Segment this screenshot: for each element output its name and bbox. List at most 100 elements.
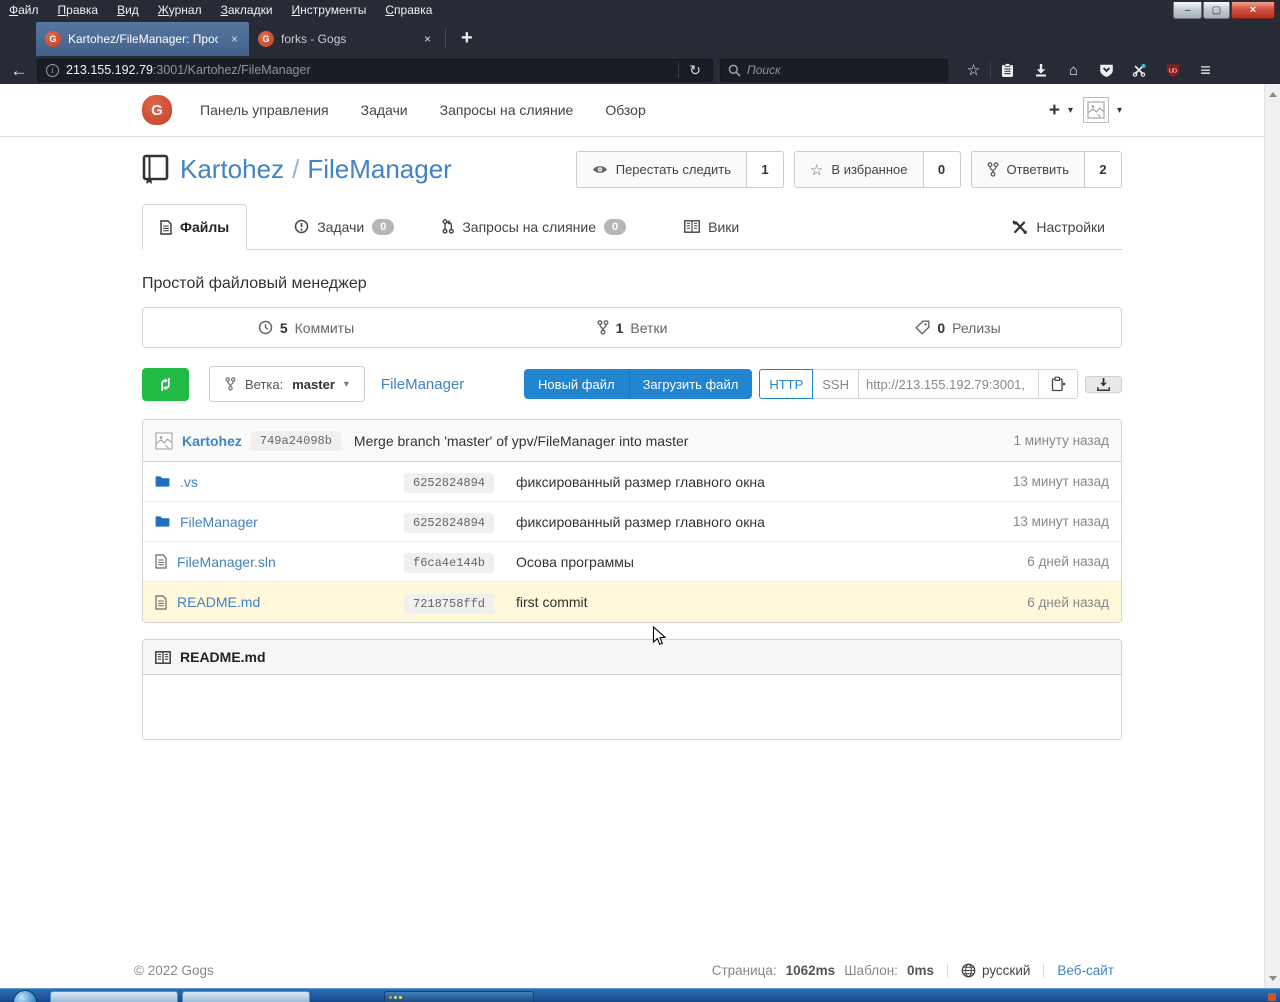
- commits-stat[interactable]: 5Коммиты: [143, 320, 469, 336]
- stars-count[interactable]: 0: [924, 152, 960, 187]
- tab-pulls[interactable]: Запросы на слияние 0: [425, 204, 643, 249]
- nav-issues[interactable]: Задачи: [361, 102, 408, 118]
- tag-icon: [915, 320, 930, 335]
- clone-url-input[interactable]: [859, 369, 1039, 399]
- reload-icon[interactable]: ↻: [686, 62, 704, 79]
- readme-title: README.md: [180, 649, 266, 665]
- watchers-count[interactable]: 1: [747, 152, 783, 187]
- language-dropdown[interactable]: русский: [961, 963, 1030, 978]
- commit-time: 1 минуту назад: [1013, 433, 1109, 448]
- file-link[interactable]: README.md: [177, 594, 260, 610]
- file-link[interactable]: FileManager.sln: [177, 554, 276, 570]
- file-icon: [155, 554, 167, 569]
- taskbar-button[interactable]: [182, 991, 310, 1002]
- pocket-shield-icon[interactable]: [1090, 58, 1123, 82]
- new-file-button[interactable]: Новый файл: [524, 369, 629, 399]
- menu-file[interactable]: Файл: [9, 3, 39, 17]
- tab-issues[interactable]: Задачи 0: [277, 204, 411, 249]
- nav-pulls[interactable]: Запросы на слияние: [440, 102, 574, 118]
- branch-dropdown[interactable]: Ветка: master ▾: [209, 366, 365, 402]
- menu-bookmarks[interactable]: Закладки: [221, 3, 273, 17]
- user-dropdown[interactable]: ▾: [1083, 97, 1122, 123]
- table-row: .vs 6252824894 фиксированный размер глав…: [143, 462, 1121, 502]
- file-sha-label[interactable]: 6252824894: [404, 473, 494, 493]
- browser-tab-active[interactable]: G Kartohez/FileManager: Прос ×: [36, 22, 249, 56]
- hamburger-menu-icon[interactable]: ≡: [1189, 58, 1222, 82]
- commit-author-link[interactable]: Kartohez: [182, 433, 242, 449]
- template-time-value: 0ms: [907, 963, 934, 978]
- chevron-down-icon: ▾: [1068, 105, 1073, 116]
- template-time-label: Шаблон:: [844, 963, 898, 978]
- back-button[interactable]: ←: [8, 62, 30, 79]
- downloads-icon[interactable]: [1024, 58, 1057, 82]
- file-action-buttons: Новый файл Загрузить файл: [524, 369, 752, 399]
- ud-shield-icon[interactable]: UD: [1156, 58, 1189, 82]
- browser-tab-forks[interactable]: G forks - Gogs ×: [249, 22, 442, 56]
- file-sha-label[interactable]: 6252824894: [404, 513, 494, 533]
- releases-stat[interactable]: 0Релизы: [795, 320, 1121, 336]
- create-new-dropdown[interactable]: + ▾: [1049, 101, 1073, 120]
- menu-history[interactable]: Журнал: [158, 3, 202, 17]
- minimize-button[interactable]: –: [1173, 2, 1202, 19]
- search-input[interactable]: [747, 63, 940, 77]
- restore-button[interactable]: ▢: [1203, 2, 1230, 19]
- commit-sha-label[interactable]: 749a24098b: [251, 431, 341, 451]
- scroll-up-arrow[interactable]: [1265, 86, 1280, 102]
- menu-help[interactable]: Справка: [385, 3, 432, 17]
- website-link-wrap: Веб-сайт: [1057, 963, 1114, 978]
- copy-clone-url-button[interactable]: [1039, 369, 1078, 399]
- file-link[interactable]: FileManager: [180, 514, 258, 530]
- ssh-protocol-button[interactable]: SSH: [813, 369, 859, 399]
- tray-icon[interactable]: [1268, 993, 1276, 1001]
- gogs-logo-icon[interactable]: G: [142, 95, 172, 125]
- new-tab-button[interactable]: +: [449, 27, 485, 50]
- menu-view[interactable]: Вид: [117, 3, 139, 17]
- latest-commit-row: Kartohez 749a24098b Merge branch 'master…: [143, 420, 1121, 462]
- upload-file-button[interactable]: Загрузить файл: [629, 369, 753, 399]
- unwatch-button[interactable]: Перестать следить: [577, 152, 747, 187]
- tab-close-icon[interactable]: ×: [422, 32, 433, 46]
- address-field[interactable]: i 213.155.192.79:3001/Kartohez/FileManag…: [37, 59, 713, 82]
- file-link[interactable]: .vs: [180, 474, 198, 490]
- scroll-down-arrow[interactable]: [1265, 970, 1280, 986]
- tab-files[interactable]: Файлы: [142, 204, 247, 250]
- repo-owner-link[interactable]: Kartohez: [180, 154, 284, 185]
- taskbar-button[interactable]: [50, 991, 178, 1002]
- bookmark-star-icon[interactable]: ☆: [957, 58, 990, 82]
- site-info-icon[interactable]: i: [46, 64, 59, 77]
- menu-edit[interactable]: Правка: [58, 3, 99, 17]
- taskbar-active-button[interactable]: [384, 991, 534, 1002]
- tab-bar: G Kartohez/FileManager: Прос × G forks -…: [0, 20, 1280, 56]
- start-button[interactable]: [13, 990, 37, 1002]
- nav-explore[interactable]: Обзор: [605, 102, 645, 118]
- repo-name-link[interactable]: FileManager: [307, 154, 452, 185]
- tab-close-icon[interactable]: ×: [229, 32, 240, 46]
- clipboard-icon[interactable]: [991, 58, 1024, 82]
- file-sha-label[interactable]: f6ca4e144b: [404, 553, 494, 573]
- download-archive-button[interactable]: [1085, 376, 1122, 393]
- tab-wiki[interactable]: Вики: [667, 204, 756, 249]
- page-scrollbar[interactable]: [1264, 84, 1280, 988]
- home-icon[interactable]: ⌂: [1057, 58, 1090, 82]
- url-divider: [678, 63, 679, 78]
- compare-button[interactable]: [142, 368, 189, 401]
- menu-tools[interactable]: Инструменты: [292, 3, 367, 17]
- nav-dashboard[interactable]: Панель управления: [200, 102, 329, 118]
- tab-settings[interactable]: Настройки: [995, 204, 1122, 249]
- breadcrumb-repo-link[interactable]: FileManager: [381, 376, 464, 393]
- file-sha-label[interactable]: 7218758ffd: [404, 594, 494, 614]
- scissors-extension-icon[interactable]: [1123, 58, 1156, 82]
- url-text: 213.155.192.79:3001/Kartohez/FileManager: [66, 63, 311, 77]
- fork-button[interactable]: Ответвить: [972, 152, 1085, 187]
- history-icon: [258, 320, 273, 335]
- forks-count[interactable]: 2: [1085, 152, 1121, 187]
- website-link[interactable]: Веб-сайт: [1057, 963, 1114, 978]
- star-button[interactable]: ☆ В избранное: [795, 152, 924, 187]
- branches-stat[interactable]: 1Ветки: [469, 320, 795, 336]
- http-protocol-button[interactable]: HTTP: [759, 369, 813, 399]
- page-time-value: 1062ms: [786, 963, 836, 978]
- gogs-favicon-icon: G: [45, 31, 61, 47]
- nav-links: Панель управления Задачи Запросы на слия…: [200, 102, 646, 118]
- close-button[interactable]: ×: [1231, 2, 1275, 19]
- file-table: Kartohez 749a24098b Merge branch 'master…: [142, 419, 1122, 623]
